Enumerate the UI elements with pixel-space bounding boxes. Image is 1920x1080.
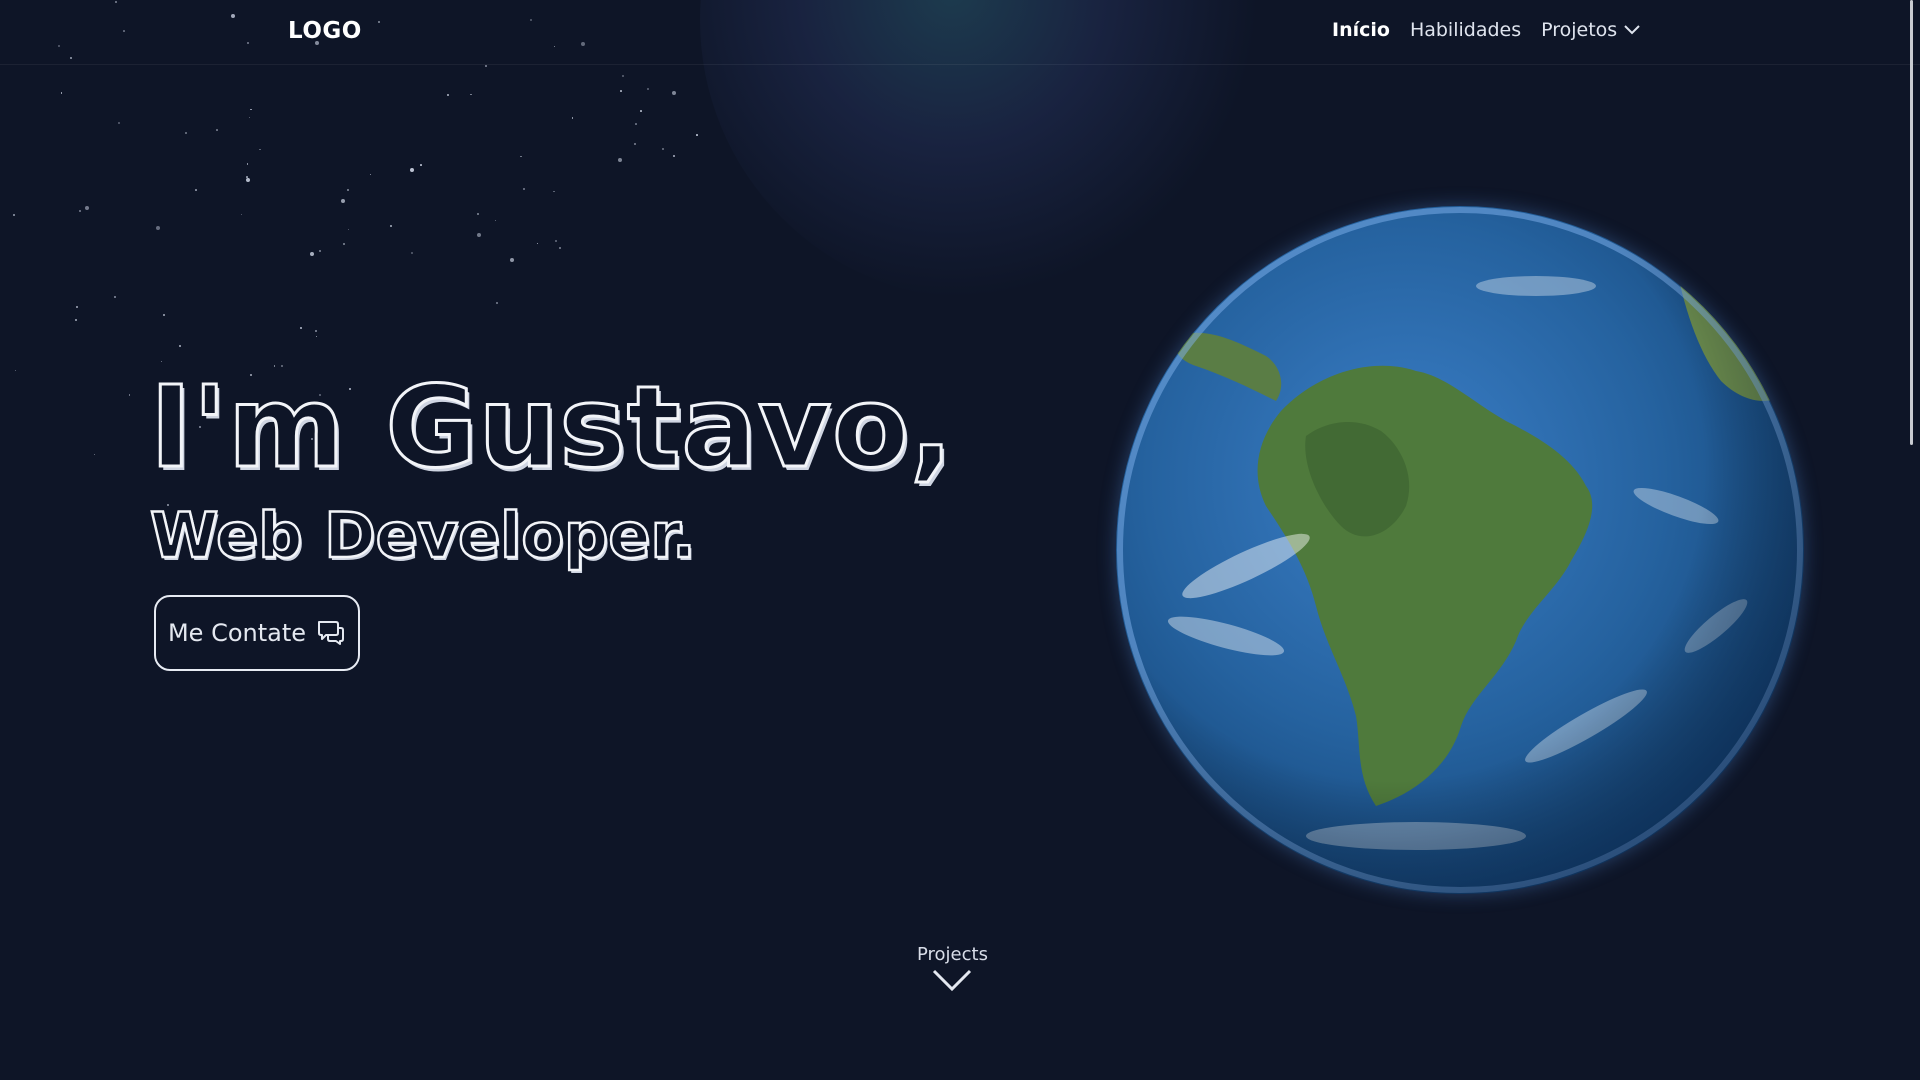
nav-item-label: Habilidades <box>1409 19 1522 41</box>
scrollbar[interactable] <box>1902 0 1920 1080</box>
star <box>536 242 539 245</box>
star <box>240 213 243 216</box>
star <box>74 318 77 321</box>
star <box>246 163 249 165</box>
star <box>447 94 450 97</box>
star <box>410 251 413 254</box>
star <box>319 249 322 252</box>
contact-button-label: Me Contate <box>167 619 307 647</box>
star <box>559 246 562 249</box>
star <box>523 187 526 190</box>
star <box>76 306 79 309</box>
star <box>520 155 522 158</box>
star <box>93 453 96 456</box>
star <box>310 252 315 257</box>
star <box>672 154 675 157</box>
star <box>13 213 16 216</box>
star <box>671 91 676 96</box>
star <box>114 296 117 299</box>
main-nav: Início Habilidades Projetos <box>1332 19 1641 41</box>
star <box>178 345 181 348</box>
star <box>620 90 622 92</box>
star <box>662 148 665 151</box>
nav-item-label: Projetos <box>1541 19 1618 41</box>
star <box>410 168 415 173</box>
star <box>250 108 252 111</box>
star <box>640 110 642 112</box>
star <box>553 190 555 193</box>
star <box>300 326 303 329</box>
star <box>315 329 318 332</box>
star <box>696 134 698 136</box>
star <box>315 335 318 338</box>
star <box>216 129 218 131</box>
star <box>634 142 637 145</box>
star <box>246 176 248 178</box>
chevron-down-icon <box>932 969 972 992</box>
star <box>195 189 197 191</box>
star <box>635 123 637 125</box>
star <box>477 232 482 237</box>
star <box>246 178 251 182</box>
star <box>60 92 63 94</box>
star <box>476 212 479 215</box>
star <box>343 242 346 245</box>
star <box>259 148 261 151</box>
star <box>347 228 350 231</box>
star <box>494 219 497 222</box>
logo[interactable]: LOGO <box>288 18 362 44</box>
star <box>420 164 422 166</box>
nav-item-habilidades[interactable]: Habilidades <box>1410 19 1521 41</box>
star <box>647 88 650 91</box>
star <box>78 209 81 212</box>
top-navbar: LOGO Início Habilidades Projetos <box>0 0 1920 65</box>
star <box>470 93 472 96</box>
star <box>555 240 558 243</box>
nav-item-label: Início <box>1332 19 1390 41</box>
star <box>485 64 488 67</box>
star <box>85 206 90 211</box>
star <box>248 116 251 119</box>
nav-item-inicio[interactable]: Início <box>1332 19 1390 41</box>
scroll-to-projects[interactable]: Projects <box>917 944 988 998</box>
nav-item-projetos[interactable]: Projetos <box>1541 19 1641 41</box>
star <box>162 313 165 316</box>
star <box>617 158 622 163</box>
star <box>184 131 187 134</box>
star <box>341 199 346 204</box>
hero-subtitle: Web Developer. <box>149 499 697 572</box>
scroll-hint-label: Projects <box>917 944 988 965</box>
chevron-down-icon <box>1624 25 1640 35</box>
hero-title: I'm Gustavo, <box>149 363 955 493</box>
chat-bubbles-icon <box>318 621 345 645</box>
star <box>621 74 624 77</box>
star <box>496 301 499 304</box>
star <box>571 117 574 119</box>
star <box>128 394 131 396</box>
star <box>347 188 350 191</box>
earth-surface-graphic <box>1116 206 1804 894</box>
star <box>389 225 392 228</box>
star <box>14 369 17 372</box>
earth-globe <box>1116 206 1804 894</box>
scrollbar-thumb[interactable] <box>1910 0 1913 445</box>
star <box>118 121 120 124</box>
star <box>509 258 514 263</box>
contact-button[interactable]: Me Contate <box>154 595 360 671</box>
star <box>369 173 372 176</box>
star <box>156 225 161 230</box>
